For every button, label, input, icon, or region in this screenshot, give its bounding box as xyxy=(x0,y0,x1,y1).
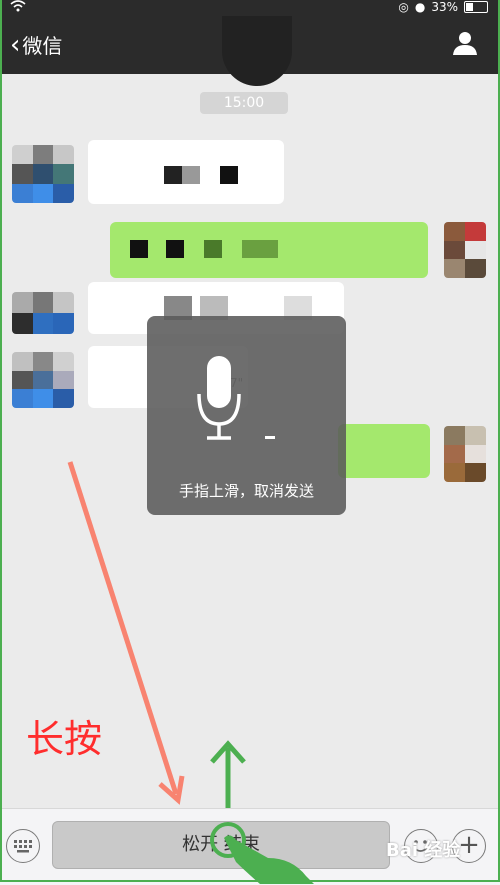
pointing-hand-icon xyxy=(210,822,314,884)
keyboard-toggle-button[interactable] xyxy=(6,829,40,863)
keyboard-icon xyxy=(14,840,32,853)
watermark: Bai 经验 xyxy=(386,840,461,861)
plus-icon: + xyxy=(458,830,480,860)
long-press-annotation: 长按 xyxy=(26,717,103,761)
